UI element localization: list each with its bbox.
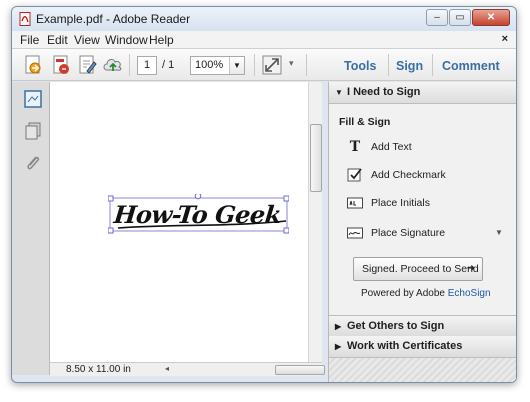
vertical-scrollbar[interactable] (308, 82, 322, 362)
section-header-label: Get Others to Sign (347, 320, 445, 332)
scroll-thumb[interactable] (275, 365, 325, 375)
toolbar-overflow-icon[interactable]: ▾ (289, 58, 294, 69)
tab-sign[interactable]: Sign (396, 59, 423, 73)
section-work-with-certificates[interactable]: ▶ Work with Certificates (329, 336, 516, 358)
close-button[interactable]: ✕ (472, 9, 510, 26)
toolbar-separator (388, 54, 389, 76)
arrow-right-icon: ➜ (466, 263, 475, 274)
place-signature-item[interactable]: Place Signature (347, 225, 445, 241)
maximize-button[interactable]: ▭ (449, 9, 471, 26)
adobe-reader-window: Example.pdf - Adobe Reader – ▭ ✕ File Ed… (11, 6, 517, 383)
cloud-upload-icon[interactable] (102, 54, 124, 76)
sign-panel: ▼ I Need to Sign Fill & Sign T Add Text A… (328, 82, 516, 382)
page-size: 8.50 x 11.00 in (66, 364, 131, 375)
horizontal-scrollbar[interactable]: ◂ ▸ (165, 364, 347, 375)
initials-icon (347, 197, 363, 209)
fit-page-icon[interactable] (261, 54, 283, 76)
pages-icon[interactable] (24, 122, 42, 140)
proceed-to-send-button[interactable]: Signed. Proceed to Send ➜ (353, 257, 483, 281)
section-header-label: I Need to Sign (347, 86, 421, 98)
section-header-label: Work with Certificates (347, 340, 463, 352)
signature-underline (117, 220, 287, 229)
panel-filler (329, 358, 516, 382)
tab-tools[interactable]: Tools (344, 59, 376, 73)
menu-view[interactable]: View (74, 33, 100, 47)
page-thumbnails-icon[interactable] (24, 90, 42, 108)
toolbar-separator (254, 54, 255, 76)
menu-file[interactable]: File (20, 33, 39, 47)
zoom-select[interactable]: 100% ▼ (190, 56, 245, 75)
attachment-paperclip-icon[interactable] (24, 154, 42, 172)
menu-window[interactable]: Window (105, 33, 148, 47)
expand-arrow-icon: ▶ (335, 322, 342, 331)
add-text-item[interactable]: T Add Text (347, 139, 412, 155)
scroll-thumb[interactable] (310, 124, 322, 192)
add-checkmark-item[interactable]: Add Checkmark (347, 167, 446, 183)
scroll-left-icon[interactable]: ◂ (165, 364, 169, 373)
place-initials-label: Place Initials (371, 197, 430, 209)
signature-selection[interactable]: How-To Geek (108, 194, 289, 234)
signature-dropdown-icon[interactable]: ▼ (495, 228, 503, 237)
send-button-label: Signed. Proceed to Send (362, 263, 479, 275)
edit-document-icon[interactable] (76, 54, 98, 76)
create-pdf-icon[interactable] (22, 54, 44, 76)
tab-comment[interactable]: Comment (442, 59, 500, 73)
menu-help[interactable]: Help (149, 33, 174, 47)
section-i-need-to-sign[interactable]: ▼ I Need to Sign (329, 82, 516, 104)
document-close-icon[interactable]: × (502, 33, 508, 45)
menu-edit[interactable]: Edit (47, 33, 68, 47)
pdf-icon (19, 12, 31, 26)
echosign-link[interactable]: EchoSign (448, 288, 491, 299)
page-total: / 1 (162, 59, 175, 71)
powered-by-text: Powered by Adobe (361, 288, 445, 299)
page-number-input[interactable]: 1 (137, 56, 157, 75)
toolbar: 1 / 1 100% ▼ ▾ Tools Sign Comment (12, 49, 516, 81)
document-page[interactable]: How-To Geek (50, 82, 308, 362)
fill-sign-label: Fill & Sign (339, 116, 391, 128)
checkmark-icon (347, 168, 362, 182)
navigation-pane (12, 82, 50, 375)
add-text-label: Add Text (371, 141, 412, 153)
place-signature-label: Place Signature (371, 227, 446, 239)
minimize-button[interactable]: – (426, 9, 448, 26)
title-bar: Example.pdf - Adobe Reader – ▭ ✕ (12, 7, 516, 31)
zoom-value: 100% (195, 59, 224, 71)
toolbar-separator (129, 54, 130, 76)
collapse-arrow-icon: ▼ (335, 88, 343, 97)
powered-by: Powered by Adobe EchoSign (361, 288, 491, 299)
export-pdf-icon[interactable] (50, 54, 72, 76)
place-initials-item[interactable]: Place Initials (347, 195, 430, 211)
signature-icon (347, 227, 363, 239)
section-get-others-to-sign[interactable]: ▶ Get Others to Sign (329, 315, 516, 337)
expand-arrow-icon: ▶ (335, 342, 342, 351)
toolbar-separator (306, 54, 307, 76)
chevron-down-icon[interactable]: ▼ (229, 57, 244, 74)
add-checkmark-label: Add Checkmark (371, 169, 446, 181)
toolbar-separator (432, 54, 433, 76)
window-title: Example.pdf - Adobe Reader (36, 12, 191, 26)
status-bar: 8.50 x 11.00 in ◂ ▸ (50, 362, 347, 376)
menu-bar: File Edit View Window Help × (12, 31, 516, 49)
text-icon: T (349, 139, 361, 155)
